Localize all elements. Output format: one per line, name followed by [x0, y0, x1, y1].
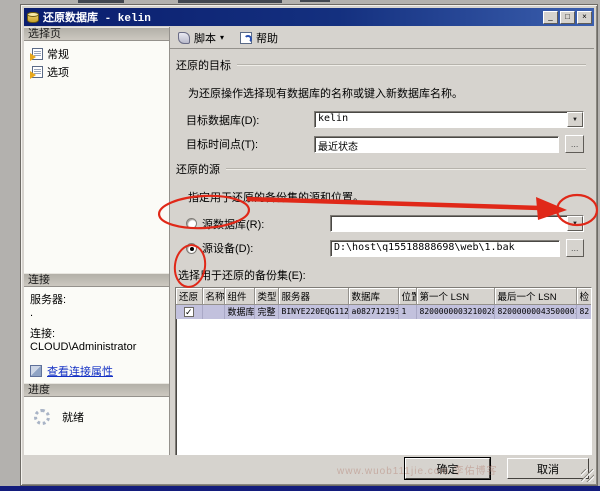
column-header[interactable]: 名称 [202, 288, 225, 305]
source-group-title: 还原的源 [176, 164, 220, 176]
source-database-value [331, 216, 567, 231]
connection-header: 连接 [24, 273, 169, 287]
toolbar: 脚本 ▾ 帮助 [170, 27, 594, 49]
cell-server: BINYE220EQG112I [278, 304, 349, 319]
connection-panel: 服务器: . 连接: CLOUD\Administrator 查看连接属性 [24, 287, 169, 383]
source-device-label: 源设备(D): [202, 243, 254, 255]
help-icon [240, 31, 253, 44]
progress-spinner-icon [34, 409, 50, 425]
server-value: . [30, 307, 34, 319]
source-description: 指定用于还原的备份集的源和位置。 [188, 192, 364, 204]
column-header[interactable]: 服务器 [278, 288, 349, 305]
script-button[interactable]: 脚本 ▾ [174, 29, 228, 47]
connection-label: 连接: [30, 328, 56, 340]
cell-type: 完整 [254, 304, 279, 319]
dialog-footer: 确定 取消 [24, 455, 594, 482]
target-database-combobox[interactable]: kelin ▼ [314, 111, 584, 128]
progress-status: 就绪 [62, 412, 84, 424]
cell-first-lsn: 82000000032100281 [416, 304, 495, 319]
page-icon [30, 48, 43, 61]
cell-name [202, 304, 225, 319]
column-header[interactable]: 还原 [176, 288, 203, 305]
desktop-background: 还原数据库 - kelin _ □ × 选择页 常规 选项 连接 服务器: . … [0, 0, 600, 491]
background-artifact [300, 0, 330, 2]
chevron-down-icon[interactable]: ▼ [567, 216, 583, 231]
restore-checkbox[interactable]: ✓ [183, 306, 194, 317]
target-database-label: 目标数据库(D): [186, 114, 260, 127]
maximize-button[interactable]: □ [560, 10, 575, 24]
source-device-radio[interactable] [186, 242, 197, 254]
close-button[interactable]: × [577, 10, 592, 24]
cancel-button[interactable]: 取消 [507, 458, 589, 479]
destination-description: 为还原操作选择现有数据库的名称或键入新数据库名称。 [188, 88, 463, 100]
main-content: 脚本 ▾ 帮助 还原的目标 为还原操作选择现有数据库的名称或键入新数据库名称。 … [170, 27, 594, 455]
chevron-down-icon[interactable]: ▼ [567, 112, 583, 127]
dialog-titlebar[interactable]: 还原数据库 - kelin _ □ × [24, 8, 594, 26]
connection-properties-icon [30, 365, 42, 377]
pages-panel: 常规 选项 [24, 41, 169, 273]
script-icon [178, 31, 190, 44]
dialog-title: 还原数据库 - kelin [43, 13, 151, 25]
column-header[interactable]: 类型 [254, 288, 279, 305]
column-header[interactable]: 组件 [224, 288, 255, 305]
column-header[interactable]: 检 [576, 288, 591, 305]
pages-header: 选择页 [24, 27, 169, 41]
sidebar: 选择页 常规 选项 连接 服务器: . 连接: CLOUD\Administra… [24, 27, 170, 455]
column-header[interactable]: 第一个 LSN [416, 288, 495, 305]
target-database-value: kelin [318, 113, 349, 124]
table-row[interactable]: ✓ 数据库 完整 BINYE220EQG112I a0827121939 1 8… [176, 304, 591, 319]
sidebar-item-label: 选项 [47, 67, 69, 79]
watermark: www.wuob111jie.com 李佑博客 [337, 466, 498, 477]
sidebar-item-options[interactable]: 选项 [30, 63, 163, 81]
target-time-input[interactable]: 最近状态 [314, 135, 560, 153]
sidebar-item-label: 常规 [47, 49, 69, 61]
sidebar-item-general[interactable]: 常规 [30, 45, 163, 63]
target-time-label: 目标时间点(T): [186, 139, 259, 151]
database-icon [27, 11, 39, 23]
page-icon [30, 66, 43, 79]
device-browse-button[interactable]: ... [565, 239, 584, 257]
time-browse-button[interactable]: ... [565, 135, 584, 153]
source-database-radio[interactable] [186, 218, 197, 229]
divider [237, 64, 586, 66]
resize-grip[interactable] [581, 469, 594, 482]
background-artifact [78, 0, 124, 3]
script-button-label: 脚本 [194, 32, 216, 45]
column-header[interactable]: 数据库 [348, 288, 399, 305]
view-connection-properties-link[interactable]: 查看连接属性 [47, 363, 113, 379]
restore-source-group: 还原的源 指定用于还原的备份集的源和位置。 源数据库(R): ▼ 源设备(D):… [176, 161, 586, 257]
column-header[interactable]: 位置 [398, 288, 417, 305]
source-database-combobox[interactable]: ▼ [330, 215, 584, 232]
backup-sets-table: 还原 名称 组件 类型 服务器 数据库 位置 第一个 LSN 最后一个 LSN … [176, 288, 591, 319]
restore-database-dialog: 还原数据库 - kelin _ □ × 选择页 常规 选项 连接 服务器: . … [20, 4, 598, 486]
divider [226, 168, 586, 170]
server-label: 服务器: [30, 294, 67, 306]
cell-last-lsn: 82000000043500001 [494, 304, 577, 319]
chevron-down-icon[interactable]: ▾ [220, 33, 224, 42]
cell-component: 数据库 [224, 304, 255, 319]
source-database-label: 源数据库(R): [202, 218, 265, 231]
connection-value: CLOUD\Administrator [30, 341, 137, 353]
destination-group-title: 还原的目标 [176, 60, 231, 72]
restore-destination-group: 还原的目标 为还原操作选择现有数据库的名称或键入新数据库名称。 目标数据库(D)… [176, 57, 586, 153]
progress-header: 进度 [24, 383, 169, 397]
backup-sets-list: 还原 名称 组件 类型 服务器 数据库 位置 第一个 LSN 最后一个 LSN … [175, 287, 592, 455]
cell-position: 1 [398, 304, 417, 319]
help-button[interactable]: 帮助 [236, 29, 282, 47]
minimize-button[interactable]: _ [543, 10, 558, 24]
progress-panel: 就绪 [24, 397, 169, 455]
help-button-label: 帮助 [256, 32, 279, 45]
background-artifact [178, 0, 282, 3]
cell-database: a0827121939 [348, 304, 399, 319]
device-path-input[interactable]: D:\host\q15518888698\web\1.bak [330, 239, 560, 257]
cell-checkpoint: 82 [576, 304, 591, 319]
backup-sets-label: 选择用于还原的备份集(E): [178, 270, 306, 282]
column-header[interactable]: 最后一个 LSN [494, 288, 577, 305]
